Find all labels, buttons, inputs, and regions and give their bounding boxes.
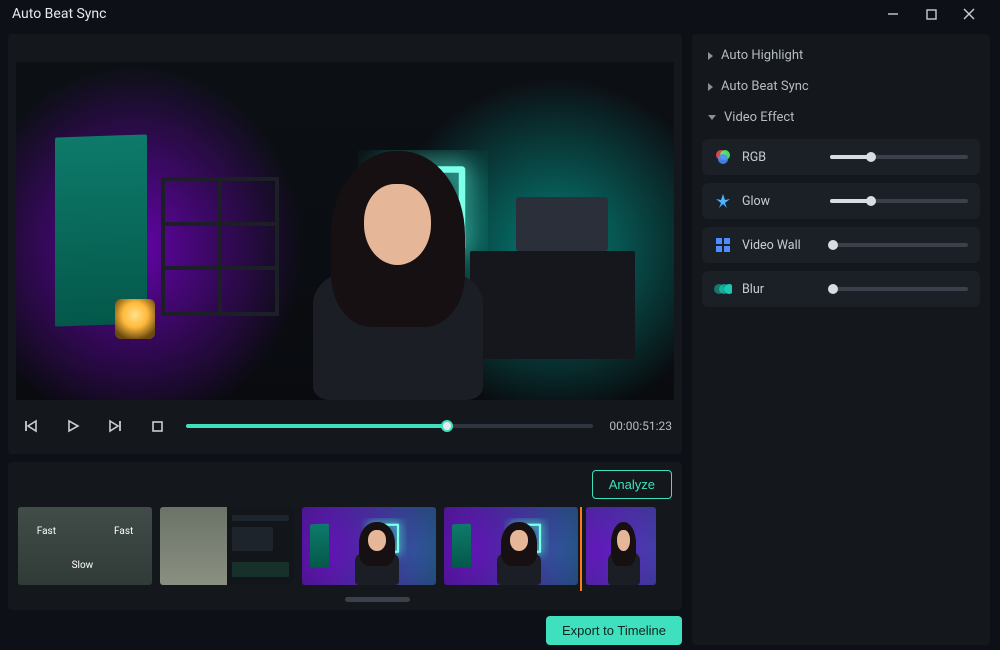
prev-frame-icon (24, 419, 38, 433)
video-wall-icon (714, 236, 732, 254)
export-to-timeline-button[interactable]: Export to Timeline (546, 616, 682, 645)
chevron-right-icon (708, 52, 713, 60)
clips-strip[interactable]: Fast Fast Slow (18, 507, 672, 591)
seek-handle[interactable] (441, 420, 453, 432)
clip-thumb[interactable]: Fast Fast Slow (18, 507, 152, 585)
effect-slider-video-wall[interactable] (830, 243, 968, 247)
effect-row-glow: Glow (702, 183, 980, 219)
prev-frame-button[interactable] (18, 413, 44, 439)
effect-label: Video Wall (742, 238, 820, 253)
speed-label-fast: Fast (37, 526, 56, 537)
glow-icon (714, 192, 732, 210)
close-icon (963, 8, 975, 20)
timecode: 00:00:51:23 (609, 419, 672, 433)
chevron-down-icon (708, 115, 716, 120)
clips-scrollbar-thumb[interactable] (345, 597, 410, 602)
effect-label: Blur (742, 282, 820, 297)
accordion-auto-highlight[interactable]: Auto Highlight (692, 40, 990, 71)
maximize-icon (926, 9, 937, 20)
preview-header (8, 34, 682, 62)
accordion-label: Video Effect (724, 110, 794, 125)
export-row: Export to Timeline (8, 616, 682, 645)
chevron-right-icon (708, 83, 713, 91)
maximize-button[interactable] (912, 0, 950, 28)
accordion-label: Auto Beat Sync (721, 79, 809, 94)
app-body: 00:00:51:23 Analyze Fast Fast Slow (0, 28, 1000, 650)
clip-thumb[interactable] (160, 507, 294, 585)
next-frame-button[interactable] (102, 413, 128, 439)
right-column: Auto Highlight Auto Beat Sync Video Effe… (692, 34, 990, 645)
effect-slider-blur[interactable] (830, 287, 968, 291)
blur-icon (714, 280, 732, 298)
play-button[interactable] (60, 413, 86, 439)
clip-thumb[interactable] (586, 507, 656, 585)
stop-button[interactable] (144, 413, 170, 439)
playhead-marker[interactable] (580, 507, 582, 591)
close-button[interactable] (950, 0, 988, 28)
title-bar: Auto Beat Sync (0, 0, 1000, 28)
preview-panel: 00:00:51:23 (8, 34, 682, 454)
clip-thumb[interactable] (302, 507, 436, 585)
play-icon (66, 419, 80, 433)
effect-label: Glow (742, 194, 820, 209)
analyze-button[interactable]: Analyze (592, 470, 672, 499)
effect-slider-glow[interactable] (830, 199, 968, 203)
effect-slider-rgb[interactable] (830, 155, 968, 159)
seek-bar[interactable] (186, 424, 593, 428)
clips-scrollbar[interactable] (18, 597, 672, 602)
next-frame-icon (108, 419, 122, 433)
video-preview[interactable] (16, 62, 674, 400)
effect-row-rgb: RGB (702, 139, 980, 175)
speed-label-slow: Slow (72, 560, 94, 571)
window-title: Auto Beat Sync (12, 6, 107, 22)
minimize-icon (887, 8, 899, 20)
clip-thumb[interactable] (444, 507, 578, 585)
speed-label-fast: Fast (114, 526, 133, 537)
stop-icon (151, 420, 164, 433)
accordion-auto-beat-sync[interactable]: Auto Beat Sync (692, 71, 990, 102)
side-panel: Auto Highlight Auto Beat Sync Video Effe… (692, 34, 990, 645)
effect-row-video-wall: Video Wall (702, 227, 980, 263)
playback-bar: 00:00:51:23 (8, 406, 682, 446)
rgb-icon (714, 148, 732, 166)
effect-row-blur: Blur (702, 271, 980, 307)
accordion-label: Auto Highlight (721, 48, 803, 63)
left-column: 00:00:51:23 Analyze Fast Fast Slow (8, 34, 682, 645)
effect-label: RGB (742, 150, 820, 165)
clips-panel: Analyze Fast Fast Slow (8, 462, 682, 610)
minimize-button[interactable] (874, 0, 912, 28)
seek-fill (186, 424, 447, 428)
accordion-video-effect[interactable]: Video Effect (692, 102, 990, 133)
effects-list: RGB Glow (692, 133, 990, 313)
